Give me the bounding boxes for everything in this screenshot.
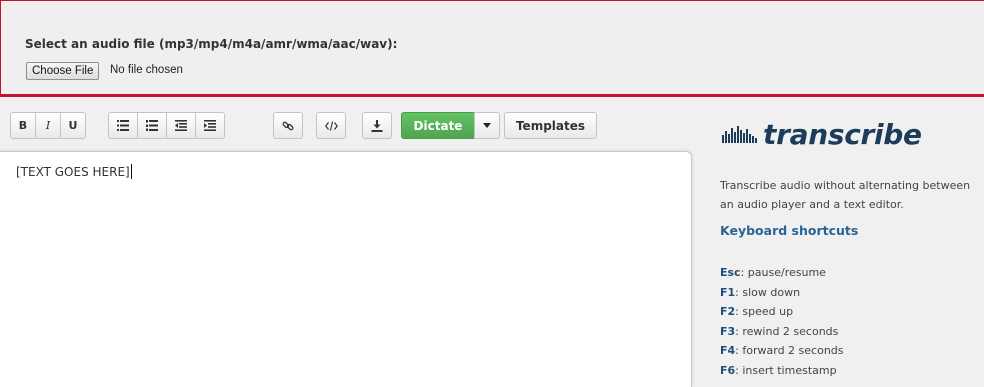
editor-content: [TEXT GOES HERE]	[16, 165, 130, 179]
code-group	[316, 112, 346, 139]
shortcut-action: : speed up	[735, 305, 794, 318]
text-cursor	[130, 164, 132, 179]
shortcut-key: F3	[720, 324, 736, 338]
indent-button[interactable]	[195, 112, 225, 139]
download-button[interactable]	[362, 112, 392, 139]
shortcut-action: : slow down	[735, 285, 801, 299]
indent-icon	[204, 120, 216, 131]
shortcut-item: F3: rewind 2 seconds	[720, 322, 844, 342]
keyboard-shortcuts-heading: Keyboard shortcuts	[720, 223, 859, 238]
shortcut-key: Esc	[720, 266, 741, 279]
bulleted-list-icon	[117, 120, 129, 131]
code-button[interactable]	[316, 112, 346, 139]
shortcut-action: : pause/resume	[740, 266, 826, 279]
format-group: B I U	[10, 112, 86, 139]
shortcut-key: F4	[720, 344, 736, 357]
app-description: Transcribe audio without alternating bet…	[720, 176, 984, 214]
link-group	[273, 112, 303, 139]
shortcut-list: Esc: pause/resume F1: slow down F2: spee…	[720, 263, 844, 380]
bold-label: B	[18, 119, 28, 132]
templates-button[interactable]: Templates	[504, 112, 597, 139]
shortcut-action: : forward 2 seconds	[735, 344, 844, 357]
transcript-editor[interactable]: [TEXT GOES HERE]	[0, 151, 692, 387]
dictate-button[interactable]: Dictate	[401, 112, 475, 139]
file-upload-panel: Select an audio file (mp3/mp4/m4a/amr/wm…	[0, 0, 984, 97]
description-line-2: an audio player and a text editor.	[720, 198, 904, 211]
download-icon	[371, 119, 383, 132]
bulleted-list-button[interactable]	[108, 112, 138, 139]
italic-label: I	[45, 119, 51, 132]
editor-text: [TEXT GOES HERE]	[16, 164, 132, 179]
bold-button[interactable]: B	[10, 112, 36, 139]
description-line-1: Transcribe audio without alternating bet…	[720, 179, 971, 192]
shortcut-item: F1: slow down	[720, 283, 844, 303]
code-icon	[324, 120, 338, 131]
shortcut-action: : rewind 2 seconds	[735, 324, 839, 338]
numbered-list-button[interactable]	[137, 112, 167, 139]
caret-down-icon	[483, 123, 491, 128]
italic-button[interactable]: I	[35, 112, 61, 139]
shortcut-item: Esc: pause/resume	[720, 263, 844, 283]
outdent-icon	[175, 120, 187, 131]
brand-name: transcribe	[763, 118, 922, 151]
waveform-icon	[722, 126, 757, 143]
shortcut-action: : insert timestamp	[735, 363, 837, 377]
dictate-options-button[interactable]	[474, 112, 500, 139]
shortcut-item: F2: speed up	[720, 302, 844, 322]
list-group	[108, 112, 225, 139]
outdent-button[interactable]	[166, 112, 196, 139]
link-button[interactable]	[273, 112, 303, 139]
underline-button[interactable]: U	[60, 112, 86, 139]
choose-file-button[interactable]: Choose File	[26, 62, 100, 80]
numbered-list-icon	[146, 120, 158, 131]
shortcut-key: F1	[720, 285, 736, 299]
shortcut-item: F6: insert timestamp	[720, 361, 844, 381]
link-icon	[282, 121, 294, 130]
shortcut-key: F6	[720, 363, 736, 377]
underline-label: U	[68, 119, 78, 132]
shortcut-key: F2	[720, 305, 736, 318]
download-group	[362, 112, 392, 139]
templates-group: Templates	[504, 112, 597, 139]
dictate-group: Dictate	[401, 112, 500, 139]
upload-label: Select an audio file (mp3/mp4/m4a/amr/wm…	[25, 37, 398, 51]
file-status: No file chosen	[110, 64, 183, 76]
shortcut-item: F4: forward 2 seconds	[720, 341, 844, 361]
